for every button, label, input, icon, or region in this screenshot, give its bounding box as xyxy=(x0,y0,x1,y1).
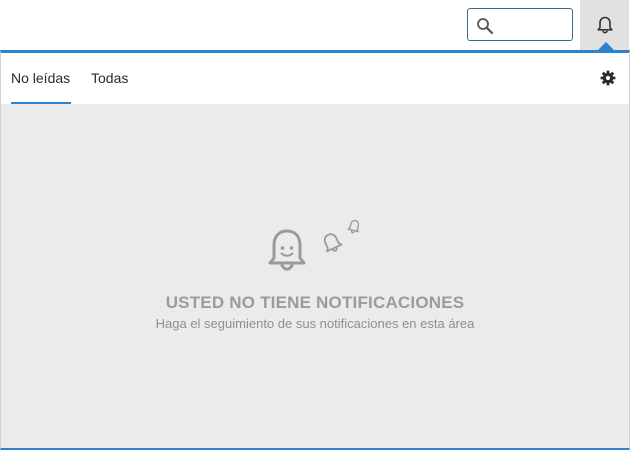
search-icon xyxy=(477,18,494,35)
tab-unread[interactable]: No leídas xyxy=(11,53,71,104)
bell-face-icon xyxy=(268,229,306,271)
empty-state-illustration xyxy=(1,218,629,278)
gear-icon[interactable] xyxy=(600,70,616,86)
empty-state-subtitle: Haga el seguimiento de sus notificacione… xyxy=(155,316,475,331)
tab-all[interactable]: Todas xyxy=(91,53,128,104)
small-bell-icon xyxy=(323,233,343,253)
dropdown-pointer xyxy=(598,42,614,50)
tab-bar: No leídas Todas xyxy=(1,53,629,104)
empty-state: USTED NO TIENE NOTIFICACIONES Haga el se… xyxy=(1,218,629,331)
notifications-panel: No leídas Todas USTED NO TIENE NOTIFICAC… xyxy=(0,50,630,450)
empty-state-title: USTED NO TIENE NOTIFICACIONES xyxy=(165,293,465,312)
search-input[interactable] xyxy=(498,14,572,37)
tiny-bell-icon xyxy=(347,219,360,234)
search-box[interactable] xyxy=(467,8,573,41)
top-bar xyxy=(0,0,630,50)
bell-icon xyxy=(596,16,613,34)
